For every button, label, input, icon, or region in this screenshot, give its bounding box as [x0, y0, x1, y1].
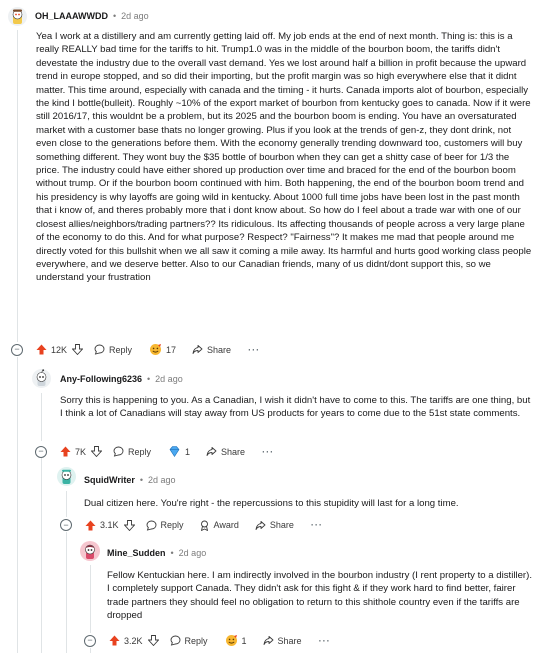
vote-count: 3.2K — [124, 635, 143, 646]
award-ribbon-icon — [199, 520, 210, 531]
award-button[interactable]: Award — [199, 520, 239, 531]
award-face-icon — [149, 343, 162, 356]
thread-line-level-4-cont[interactable] — [90, 648, 91, 653]
thread-line-level-2-cont[interactable] — [41, 456, 42, 653]
upvote-button[interactable]: 7K — [60, 446, 86, 457]
more-options-button[interactable]: ··· — [262, 447, 274, 457]
timestamp[interactable]: 2d ago — [155, 374, 183, 384]
snoo-avatar-icon — [85, 544, 95, 559]
award-count: 1 — [241, 635, 247, 646]
upvote-icon — [109, 635, 120, 646]
author-name[interactable]: OH_LAAAWWDD — [35, 11, 108, 21]
comment-actions: − 3.1K Reply Award Share ··· — [60, 519, 323, 531]
author-name[interactable]: Any-Following6236 — [60, 374, 142, 384]
reply-button[interactable]: Reply — [94, 344, 132, 355]
share-button[interactable]: Share — [255, 520, 294, 531]
comment-actions: − 12K Reply 17 Share ··· — [11, 343, 260, 356]
comment-body: Yea I work at a distillery and am curren… — [36, 31, 532, 284]
comment-bubble-icon — [170, 635, 181, 646]
comment-bubble-icon — [94, 344, 105, 355]
collapse-button[interactable]: − — [35, 445, 47, 458]
share-arrow-icon — [206, 446, 217, 457]
comment-meta: SquidWriter • 2d ago — [84, 475, 176, 485]
comment-body: Dual citizen here. You're right - the re… — [84, 498, 459, 509]
reply-button[interactable]: Reply — [113, 446, 151, 457]
comment-bubble-icon — [113, 446, 124, 457]
vote-count: 7K — [75, 446, 87, 457]
timestamp[interactable]: 2d ago — [148, 475, 176, 485]
avatar[interactable] — [57, 467, 76, 486]
avatar[interactable] — [8, 7, 27, 26]
snoo-avatar-icon — [12, 9, 23, 24]
comment-meta: Mine_Sudden • 2d ago — [107, 548, 207, 558]
comment-meta: OH_LAAAWWDD • 2d ago — [35, 11, 149, 21]
upvote-button[interactable]: 3.2K — [109, 635, 143, 646]
timestamp[interactable]: 2d ago — [179, 548, 207, 558]
award-button[interactable]: 1 — [225, 634, 247, 647]
thread-line-level-3[interactable] — [66, 491, 67, 517]
author-name[interactable]: SquidWriter — [84, 475, 135, 485]
share-arrow-icon — [192, 344, 203, 355]
snoo-avatar-icon — [36, 369, 47, 386]
downvote-icon[interactable] — [91, 446, 103, 457]
award-button[interactable]: 1 — [168, 445, 190, 458]
share-arrow-icon — [255, 520, 266, 531]
thread-line-level-1[interactable] — [17, 30, 18, 342]
avatar[interactable] — [32, 369, 51, 388]
timestamp[interactable]: 2d ago — [121, 11, 149, 21]
thread-line-level-3-cont[interactable] — [66, 532, 67, 653]
snoo-avatar-icon — [61, 469, 72, 484]
comment-actions: − 3.2K Reply 1 Share ··· — [84, 634, 331, 647]
award-face-icon — [225, 634, 238, 647]
more-options-button[interactable]: ··· — [311, 520, 323, 530]
vote-count: 3.1K — [100, 520, 119, 530]
thread-line-level-2[interactable] — [41, 393, 42, 441]
collapse-button[interactable]: − — [84, 634, 96, 647]
share-button[interactable]: Share — [192, 344, 231, 355]
upvote-icon — [60, 446, 71, 457]
downvote-icon[interactable] — [72, 344, 84, 355]
more-options-button[interactable]: ··· — [248, 345, 260, 355]
comment-thread: OH_LAAAWWDD • 2d ago Yea I work at a dis… — [0, 0, 540, 653]
award-count: 1 — [185, 446, 191, 457]
thread-line-level-1-cont[interactable] — [17, 357, 18, 653]
comment-meta: Any-Following6236 • 2d ago — [60, 374, 183, 384]
more-options-button[interactable]: ··· — [319, 636, 331, 646]
author-name[interactable]: Mine_Sudden — [107, 548, 166, 558]
reply-button[interactable]: Reply — [170, 635, 208, 646]
share-button[interactable]: Share — [263, 635, 302, 646]
thread-line-level-4[interactable] — [90, 565, 91, 633]
award-count: 17 — [166, 344, 177, 355]
share-button[interactable]: Share — [206, 446, 245, 457]
comment-body: Fellow Kentuckian here. I am indirectly … — [107, 570, 532, 622]
upvote-button[interactable]: 3.1K — [85, 520, 119, 531]
award-gem-icon — [168, 445, 181, 458]
collapse-button[interactable]: − — [11, 343, 23, 356]
reply-button[interactable]: Reply — [146, 520, 184, 531]
share-arrow-icon — [263, 635, 274, 646]
comment-bubble-icon — [146, 520, 157, 531]
avatar[interactable] — [80, 541, 100, 561]
downvote-icon[interactable] — [147, 635, 159, 646]
upvote-button[interactable]: 12K — [36, 344, 67, 355]
downvote-icon[interactable] — [123, 519, 135, 531]
vote-count: 12K — [51, 344, 68, 355]
collapse-button[interactable]: − — [60, 519, 72, 531]
upvote-icon — [85, 520, 96, 531]
comment-body: Sorry this is happening to you. As a Can… — [60, 395, 531, 420]
comment-actions: − 7K Reply 1 Share ··· — [35, 445, 274, 458]
award-button[interactable]: 17 — [149, 343, 176, 356]
upvote-icon — [36, 344, 47, 355]
